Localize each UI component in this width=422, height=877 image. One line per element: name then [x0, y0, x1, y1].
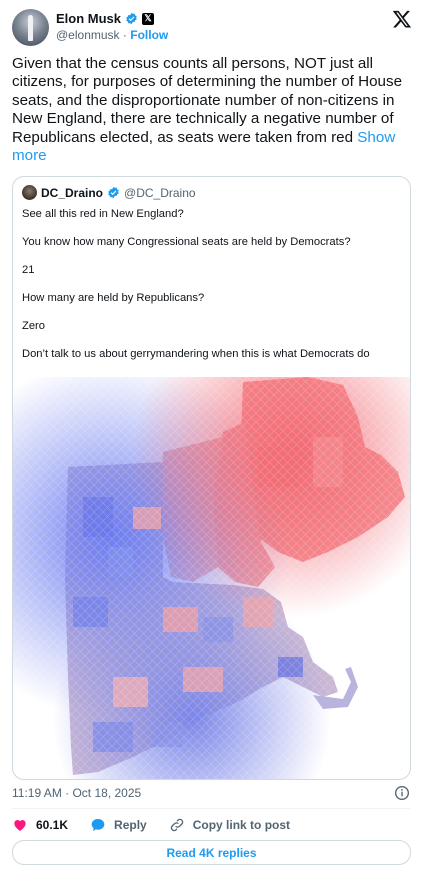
verified-icon	[108, 186, 119, 199]
quoted-line: Zero	[22, 320, 46, 332]
author-name[interactable]: Elon Musk	[56, 11, 121, 26]
county-texture	[13, 377, 410, 779]
quoted-post[interactable]: DC_Draino @DC_Draino See all this red in…	[12, 176, 411, 780]
quoted-line: See all this red in New England?	[22, 208, 184, 220]
verified-icon	[126, 12, 137, 25]
divider	[12, 808, 410, 809]
post-timestamp[interactable]: 11:19 AM · Oct 18, 2025	[12, 786, 141, 800]
post-body: Given that the census counts all persons…	[12, 55, 403, 146]
heart-icon	[14, 820, 26, 831]
quoted-avatar	[22, 185, 37, 200]
follow-button[interactable]: Follow	[130, 28, 168, 42]
read-replies-button[interactable]: Read 4K replies	[12, 840, 411, 865]
x-logo-icon[interactable]	[392, 9, 412, 29]
separator-dot: ·	[122, 28, 127, 42]
quoted-line: You know how many Congressional seats ar…	[22, 236, 351, 248]
reply-icon	[91, 819, 105, 831]
author-handle-row: @elonmusk · Follow	[56, 28, 168, 42]
map-svg	[13, 377, 410, 779]
new-england-map-image[interactable]	[13, 377, 410, 779]
quoted-line: 21	[22, 264, 35, 276]
author-handle[interactable]: @elonmusk	[56, 28, 120, 42]
x-badge-icon: 𝕏	[142, 12, 155, 25]
action-bar: 60.1K Reply Copy link to post	[12, 817, 312, 833]
quoted-header: DC_Draino @DC_Draino	[22, 185, 196, 200]
quoted-handle: @DC_Draino	[124, 185, 196, 200]
copy-link-button[interactable]: Copy link to post	[169, 817, 290, 833]
reply-button[interactable]: Reply	[90, 817, 147, 833]
like-count: 60.1K	[36, 818, 69, 832]
link-icon	[170, 818, 183, 832]
copy-link-label: Copy link to post	[192, 818, 291, 832]
quoted-name: DC_Draino	[41, 185, 104, 200]
info-icon[interactable]	[394, 785, 410, 801]
quoted-text: See all this red in New England? You kno…	[22, 207, 402, 375]
post-text: Given that the census counts all persons…	[12, 55, 410, 165]
author-avatar[interactable]	[12, 9, 49, 46]
quoted-line: Don’t talk to us about gerrymandering wh…	[22, 348, 370, 360]
reply-label: Reply	[114, 818, 147, 832]
author-name-row: Elon Musk 𝕏	[56, 11, 155, 26]
post-header: Elon Musk 𝕏 @elonmusk · Follow	[12, 9, 412, 46]
embedded-post: Elon Musk 𝕏 @elonmusk · Follow Given tha…	[0, 0, 422, 877]
quoted-line: How many are held by Republicans?	[22, 292, 205, 304]
like-button[interactable]: 60.1K	[12, 817, 68, 833]
